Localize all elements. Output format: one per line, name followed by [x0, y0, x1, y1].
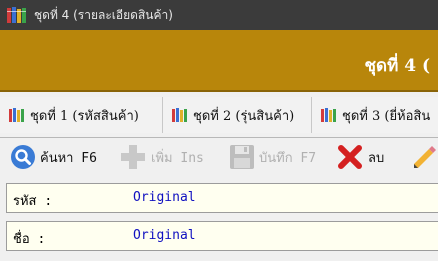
tab-set-3-label: ชุดที่ 3 (ยี่ห้อสิน	[342, 108, 431, 124]
save-button[interactable]: บันทึก F7	[229, 142, 316, 172]
name-value[interactable]: Original	[133, 228, 196, 243]
code-field-row: รหัส : Original	[6, 183, 438, 213]
books-icon	[8, 107, 26, 123]
add-button-label: เพิ่ม Ins	[151, 150, 204, 166]
books-icon	[171, 107, 189, 123]
add-button[interactable]: เพิ่ม Ins	[119, 142, 204, 172]
tab-set-3[interactable]: ชุดที่ 3 (ยี่ห้อสิน	[312, 97, 438, 133]
magnifier-icon	[10, 144, 36, 170]
red-x-icon	[336, 143, 364, 171]
tab-set-2-label: ชุดที่ 2 (รุ่นสินค้า)	[193, 108, 295, 124]
search-button-label: ค้นหา F6	[40, 150, 97, 166]
code-label: รหัส :	[13, 194, 53, 209]
page-header: ชุดที่ 4 (	[0, 30, 438, 92]
tab-bar: ชุดที่ 1 (รหัสสินค้า) ชุดที่ 2 (รุ่นสินค…	[0, 93, 438, 138]
name-label: ชื่อ :	[13, 232, 46, 247]
delete-button[interactable]: ลบ	[336, 142, 384, 172]
floppy-disk-icon	[229, 144, 255, 170]
books-icon	[6, 6, 28, 24]
search-button[interactable]: ค้นหา F6	[10, 142, 97, 172]
toolbar: ค้นหา F6 เพิ่ม Ins บันทึก F7 ลบ	[0, 138, 438, 176]
edit-button[interactable]	[412, 142, 438, 172]
page-title: ชุดที่ 4 (	[364, 56, 431, 76]
delete-button-label: ลบ	[368, 150, 385, 166]
books-icon	[320, 107, 338, 123]
window-titlebar: ชุดที่ 4 (รายละเอียดสินค้า)	[0, 0, 438, 30]
window-title: ชุดที่ 4 (รายละเอียดสินค้า)	[34, 7, 173, 22]
tab-set-1[interactable]: ชุดที่ 1 (รหัสสินค้า)	[0, 97, 163, 133]
pencil-icon	[412, 144, 438, 170]
code-value[interactable]: Original	[133, 190, 196, 205]
name-field-row: ชื่อ : Original	[6, 221, 438, 251]
save-button-label: บันทึก F7	[259, 150, 317, 166]
plus-icon	[119, 143, 147, 171]
tab-set-2[interactable]: ชุดที่ 2 (รุ่นสินค้า)	[163, 97, 312, 133]
tab-set-1-label: ชุดที่ 1 (รหัสสินค้า)	[30, 108, 139, 124]
